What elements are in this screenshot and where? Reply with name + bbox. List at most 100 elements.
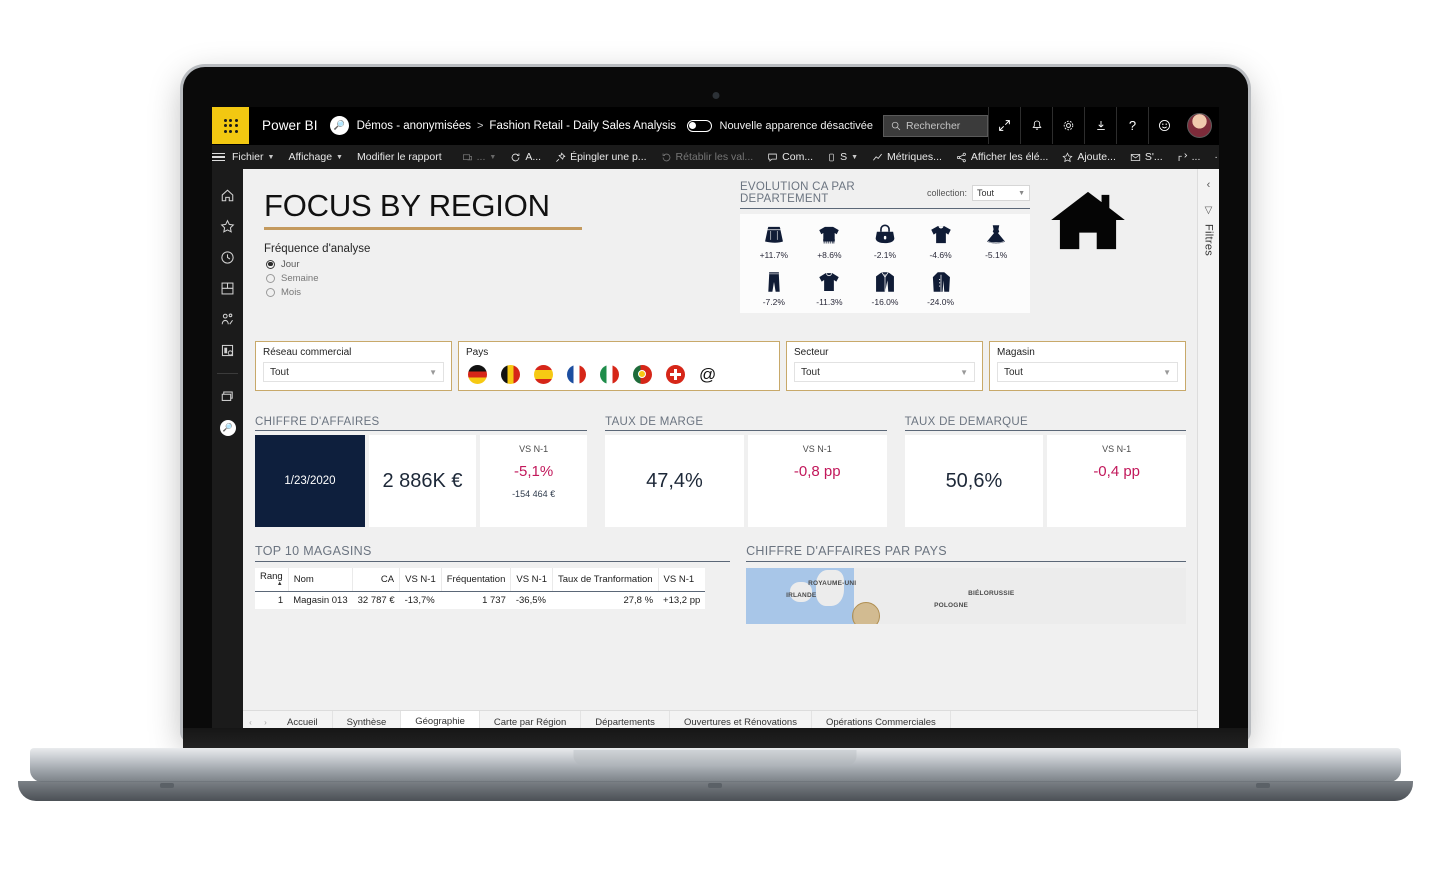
radio-mois[interactable]: Mois	[266, 287, 1186, 298]
dept-skirt[interactable]: +11.7%	[746, 222, 802, 260]
radio-label: Semaine	[281, 272, 319, 284]
bell-icon[interactable]	[1020, 107, 1052, 144]
france-flag[interactable]	[567, 365, 586, 384]
search-input[interactable]: Rechercher	[883, 114, 988, 137]
filters-pane-collapsed[interactable]: ‹ ▽ Filtres	[1197, 169, 1219, 733]
at-symbol-icon[interactable]: @	[699, 365, 716, 384]
top10-table[interactable]: Rang ▲ Nom CA VS N-1 Fréquentation VS N-…	[255, 568, 706, 610]
powerbi-brand[interactable]: Power BI	[262, 118, 318, 133]
map-bubble[interactable]	[852, 602, 881, 624]
kpi-date-card[interactable]: 1/23/2020	[255, 435, 365, 527]
toolbar-item-fichier[interactable]: Fichier ▼	[225, 145, 281, 170]
title-underline	[264, 227, 582, 230]
search-icon	[891, 121, 901, 130]
slicer-secteur[interactable]: Secteur Tout ▼	[786, 341, 983, 391]
col-ca[interactable]: CA	[352, 568, 401, 592]
germany-flag[interactable]	[468, 365, 487, 384]
toolbar-item-ajouter-favori[interactable]: Ajoute...	[1055, 145, 1123, 170]
radio-semaine[interactable]: Semaine	[266, 273, 1186, 284]
toolbar-item-signet[interactable]: S ▼	[820, 145, 865, 170]
gear-icon[interactable]	[1052, 107, 1084, 144]
col-taux-transformation[interactable]: Taux de Tranformation	[552, 568, 659, 592]
map-panel: CHIFFRE D'AFFAIRES PAR PAYS ROYAUME-UNI …	[746, 544, 1186, 624]
col-nom[interactable]: Nom	[288, 568, 354, 592]
belgium-flag[interactable]	[501, 365, 520, 384]
slicer-pays[interactable]: Pays @	[458, 341, 780, 391]
dept-tshirt[interactable]: -4.6%	[913, 222, 969, 260]
new-look-toggle-group[interactable]: Nouvelle apparence désactivée	[677, 119, 884, 132]
help-icon[interactable]: ?	[1116, 107, 1148, 144]
chevron-down-icon: ▼	[489, 153, 497, 161]
col-rang[interactable]: Rang ▲	[255, 568, 289, 592]
breadcrumb-workspace[interactable]: Démos - anonymisées	[357, 120, 471, 132]
filters-label: Filtres	[1202, 224, 1215, 257]
dept-trousers[interactable]: -7.2%	[746, 269, 802, 307]
toolbar-item-modifier[interactable]: Modifier le rapport	[350, 145, 449, 170]
coat-icon	[932, 272, 950, 292]
toolbar-item-actualiser[interactable]: A...	[503, 145, 548, 170]
toolbar-item-afficher-elements[interactable]: Afficher les élé...	[949, 145, 1055, 170]
slicer-dropdown[interactable]: Tout ▼	[794, 362, 975, 382]
sidebar-item-apps[interactable]	[212, 273, 243, 304]
new-look-toggle[interactable]	[686, 119, 712, 132]
laptop-lid: Power BI 🔎 Démos - anonymisées > Fashion…	[183, 67, 1248, 740]
spain-flag[interactable]	[534, 365, 553, 384]
radio-jour[interactable]: Jour	[266, 259, 1186, 270]
toolbar-item-export[interactable]: ... ▼	[455, 145, 504, 170]
toolbar-item-sabonner[interactable]: S'...	[1123, 145, 1170, 170]
dept-pct: +8.6%	[817, 250, 842, 260]
dept-pullover[interactable]: -11.3%	[802, 269, 858, 307]
dept-sweater[interactable]: +8.6%	[802, 222, 858, 260]
kpi-taux-de-marge: TAUX DE MARGE 47,4% VS N-1 -0,8 pp	[605, 416, 887, 527]
collection-dropdown[interactable]: Tout ▼	[972, 185, 1030, 201]
cell-taux-vs: +13,2 pp	[663, 595, 701, 606]
menu-toggle-button[interactable]	[212, 145, 225, 170]
sidebar-item-shared[interactable]	[212, 304, 243, 335]
breadcrumb: Démos - anonymisées > Fashion Retail - D…	[357, 120, 676, 132]
country-flag-list: @	[466, 362, 772, 384]
dept-dress[interactable]: -5.1%	[968, 222, 1024, 260]
breadcrumb-report[interactable]: Fashion Retail - Daily Sales Analysis	[489, 120, 676, 132]
sidebar-item-favorites[interactable]	[212, 211, 243, 242]
toolbar-item-commentaires[interactable]: Com...	[760, 145, 820, 170]
app-launcher-button[interactable]	[212, 107, 249, 144]
slicer-magasin[interactable]: Magasin Tout ▼	[989, 341, 1186, 391]
expand-icon[interactable]	[988, 107, 1020, 144]
toolbar-item-retablir[interactable]: Rétablir les val...	[654, 145, 761, 170]
col-freq-vs[interactable]: VS N-1	[510, 568, 553, 592]
sidebar-item-workspaces[interactable]	[212, 335, 243, 366]
collection-slicer[interactable]: collection: Tout ▼	[927, 185, 1030, 201]
sidebar-item-recent[interactable]	[212, 242, 243, 273]
bottom-visuals: TOP 10 MAGASINS Rang ▲ Nom CA VS N-1 Fré…	[255, 544, 1186, 624]
toolbar-item-partager[interactable]: ...	[1170, 145, 1208, 170]
table-row[interactable]: 1 Magasin 013 32 787 € -13,7% 1 737 -36,…	[255, 592, 705, 610]
switzerland-flag[interactable]	[666, 365, 685, 384]
smiley-icon[interactable]	[1148, 107, 1180, 144]
toolbar-item-affichage[interactable]: Affichage ▼	[281, 145, 350, 170]
kpi-value-card: 50,6%	[904, 435, 1044, 527]
europe-map[interactable]: ROYAUME-UNI IRLANDE BIÉLORUSSIE POLOGNE	[746, 568, 1186, 624]
col-ca-vs[interactable]: VS N-1	[399, 568, 442, 592]
slicer-dropdown[interactable]: Tout ▼	[263, 362, 444, 382]
sidebar-item-home[interactable]	[212, 180, 243, 211]
sidebar-item-workspace-avatar[interactable]: 🔎	[212, 412, 243, 443]
toolbar-item-epingler[interactable]: Épingler une p...	[548, 145, 653, 170]
dept-coat[interactable]: -24.0%	[913, 269, 969, 307]
col-frequentation[interactable]: Fréquentation	[441, 568, 512, 592]
skirt-icon	[764, 226, 783, 243]
slicer-dropdown[interactable]: Tout ▼	[997, 362, 1178, 382]
collapse-chevron-icon[interactable]: ‹	[1207, 179, 1211, 191]
download-icon[interactable]	[1084, 107, 1116, 144]
kpi-title: CHIFFRE D'AFFAIRES	[255, 416, 588, 431]
portugal-flag[interactable]	[633, 365, 652, 384]
chevron-down-icon: ▼	[267, 153, 275, 161]
slicer-reseau-commercial[interactable]: Réseau commercial Tout ▼	[255, 341, 452, 391]
dept-blazer[interactable]: -16.0%	[857, 269, 913, 307]
toolbar-overflow-button[interactable]: ···	[1207, 145, 1219, 170]
toolbar-item-metriques[interactable]: Métriques...	[865, 145, 949, 170]
col-taux-vs[interactable]: VS N-1	[658, 568, 706, 592]
dept-handbag[interactable]: -2.1%	[857, 222, 913, 260]
sidebar-item-new-report[interactable]	[212, 381, 243, 412]
italy-flag[interactable]	[600, 365, 619, 384]
user-avatar[interactable]	[1187, 113, 1212, 138]
